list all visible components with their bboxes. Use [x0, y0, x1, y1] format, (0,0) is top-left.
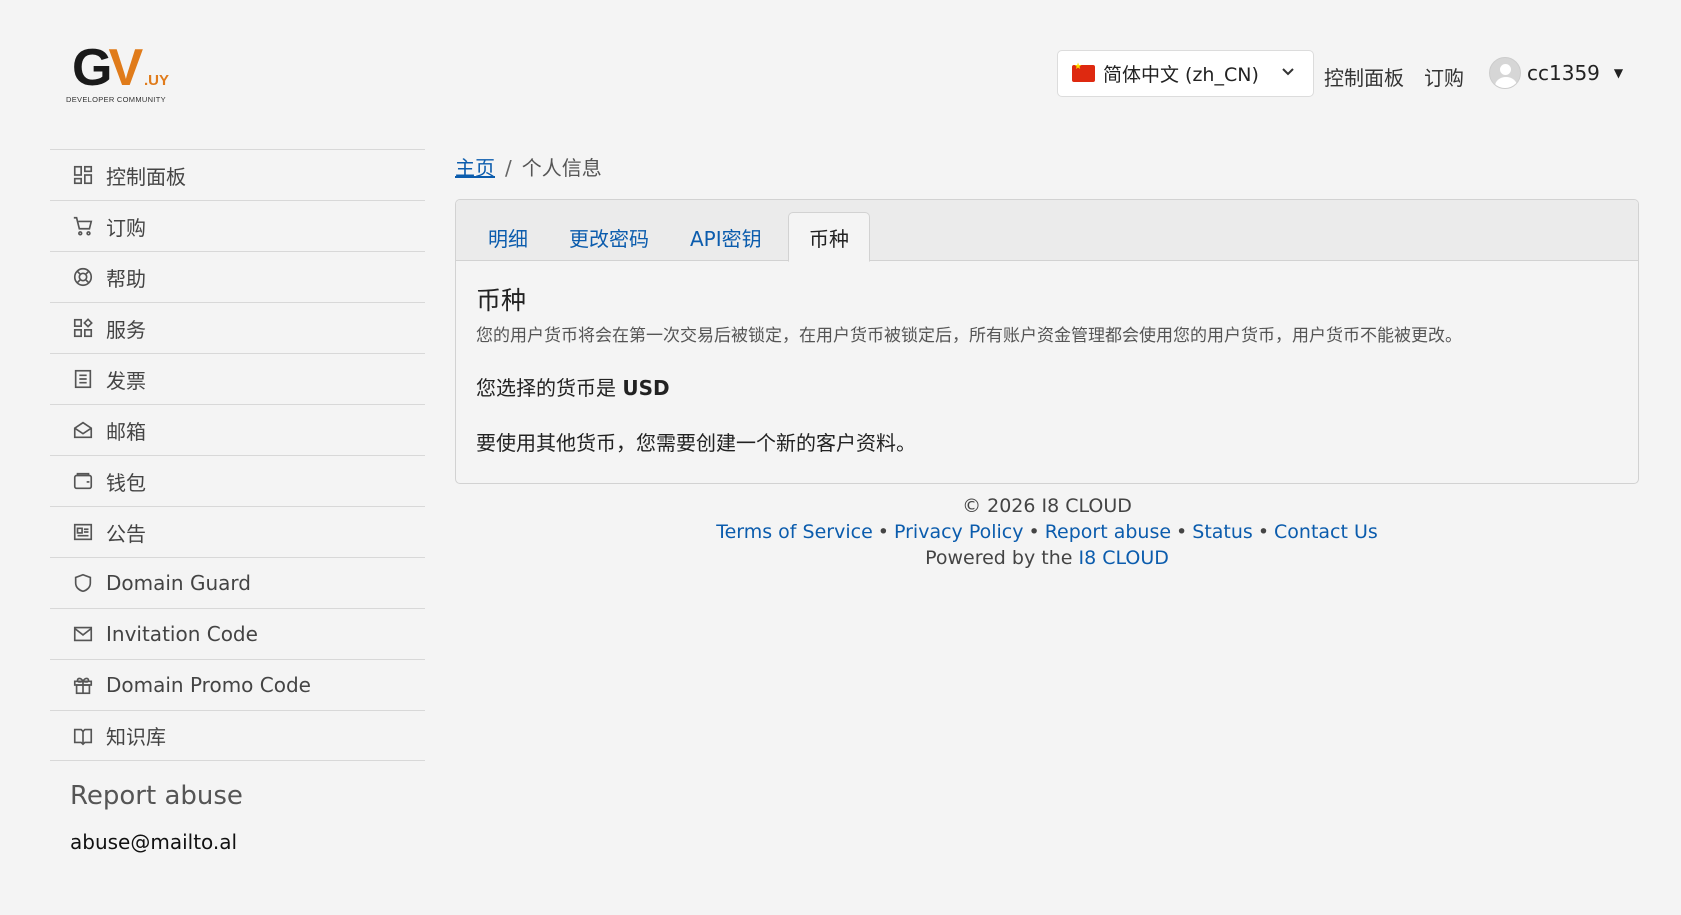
tab-details[interactable]: 明细 — [468, 212, 548, 262]
currency-card: 明细 更改密码 API密钥 币种 币种 您的用户货币将会在第一次交易后被锁定，在… — [455, 199, 1639, 484]
shield-icon — [71, 571, 95, 595]
sidebar-item-label: 订购 — [106, 215, 146, 240]
services-icon — [71, 316, 95, 340]
cn-flag-icon — [1072, 62, 1095, 82]
wallet-icon — [71, 469, 95, 493]
selected-currency-value: USD — [622, 376, 670, 400]
sidebar-item-label: Domain Promo Code — [106, 673, 311, 697]
footer-separator: • — [877, 521, 889, 543]
breadcrumb-current: 个人信息 — [521, 156, 602, 180]
breadcrumb-separator: / — [505, 156, 512, 180]
footer-separator: • — [1257, 521, 1270, 543]
mail-open-icon — [71, 418, 95, 442]
selected-currency-prefix: 您选择的货币是 — [476, 376, 616, 400]
sidebar-item-label: Domain Guard — [106, 571, 251, 595]
tab-api-keys[interactable]: API密钥 — [670, 212, 782, 262]
report-abuse-email[interactable]: abuse@mailto.al — [70, 830, 237, 854]
sidebar-item-mail[interactable]: 邮箱 — [50, 404, 425, 455]
sidebar-item-order[interactable]: 订购 — [50, 200, 425, 251]
logo-text: GV — [72, 39, 143, 97]
footer-separator: • — [1028, 521, 1040, 543]
dashboard-icon — [71, 163, 95, 187]
user-menu[interactable]: cc1359 ▼ — [1489, 57, 1623, 89]
book-icon — [71, 724, 95, 748]
sidebar-item-invitation-code[interactable]: Invitation Code — [50, 608, 425, 659]
footer-link-status[interactable]: Status — [1192, 521, 1253, 543]
footer-separator: • — [1176, 521, 1188, 543]
sidebar-item-label: 邮箱 — [106, 419, 146, 444]
sidebar-item-label: Invitation Code — [106, 622, 258, 646]
breadcrumb: 主页 / 个人信息 — [455, 152, 602, 181]
sidebar-item-help[interactable]: 帮助 — [50, 251, 425, 302]
footer-link-contact[interactable]: Contact Us — [1274, 521, 1378, 543]
card-description: 您的用户货币将会在第一次交易后被锁定，在用户货币被锁定后，所有账户资金管理都会使… — [476, 326, 1462, 346]
sidebar-item-services[interactable]: 服务 — [50, 302, 425, 353]
sidebar-item-announcements[interactable]: 公告 — [50, 506, 425, 557]
logo-subtitle: DEVELOPER COMMUNITY — [66, 95, 166, 104]
card-title: 币种 — [476, 286, 527, 315]
sidebar-item-dashboard[interactable]: 控制面板 — [50, 149, 425, 200]
powered-by-link[interactable]: I8 CLOUD — [1078, 547, 1168, 569]
sidebar-item-invoices[interactable]: 发票 — [50, 353, 425, 404]
footer-link-privacy[interactable]: Privacy Policy — [894, 521, 1023, 543]
footer-link-terms[interactable]: Terms of Service — [716, 521, 873, 543]
sidebar-item-label: 钱包 — [106, 470, 146, 495]
sidebar-item-label: 服务 — [106, 317, 146, 342]
envelope-icon — [71, 622, 95, 646]
tab-bar: 明细 更改密码 API密钥 币种 — [456, 200, 1638, 262]
caret-down-icon: ▼ — [1613, 66, 1624, 80]
sidebar-item-label: 公告 — [106, 521, 146, 546]
footer-powered-by: Powered by the I8 CLOUD — [455, 547, 1639, 569]
chevron-down-icon — [1281, 65, 1295, 83]
breadcrumb-home-link[interactable]: 主页 — [455, 156, 495, 180]
language-select[interactable]: 简体中文 (zh_CN) — [1057, 50, 1314, 97]
sidebar-item-knowledgebase[interactable]: 知识库 — [50, 710, 425, 761]
language-label: 简体中文 (zh_CN) — [1103, 64, 1259, 86]
top-nav-order[interactable]: 订购 — [1424, 62, 1464, 91]
avatar — [1489, 57, 1521, 89]
username: cc1359 — [1527, 61, 1600, 85]
sidebar-item-domain-guard[interactable]: Domain Guard — [50, 557, 425, 608]
invoice-icon — [71, 367, 95, 391]
powered-by-prefix: Powered by the — [925, 547, 1073, 569]
tab-change-password[interactable]: 更改密码 — [549, 212, 669, 262]
footer-copyright: © 2026 I8 CLOUD — [962, 495, 1132, 517]
sidebar-item-wallet[interactable]: 钱包 — [50, 455, 425, 506]
logo-suffix: .UY — [144, 72, 170, 89]
report-abuse-title: Report abuse — [70, 781, 243, 811]
lifebuoy-icon — [71, 265, 95, 289]
sidebar-item-label: 控制面板 — [106, 164, 186, 189]
sidebar-item-label: 知识库 — [106, 725, 166, 749]
news-icon — [71, 520, 95, 544]
card-body: 币种 您的用户货币将会在第一次交易后被锁定，在用户货币被锁定后，所有账户资金管理… — [456, 261, 1638, 476]
footer-links: Terms of Service • Privacy Policy • Report a… — [455, 521, 1639, 543]
top-nav-dashboard[interactable]: 控制面板 — [1324, 62, 1404, 91]
footer-link-report-abuse[interactable]: Report abuse — [1045, 521, 1171, 543]
sidebar-item-label: 发票 — [106, 368, 146, 393]
sidebar: 控制面板 订购 帮助 服务 发票 邮箱 钱包 公告 Domain Guard I… — [50, 149, 425, 761]
site-logo[interactable]: GV .UY DEVELOPER COMMUNITY — [66, 42, 176, 106]
tab-currency[interactable]: 币种 — [788, 212, 870, 262]
selected-currency-line: 您选择的货币是 USD — [476, 372, 1618, 401]
currency-note: 要使用其他货币，您需要创建一个新的客户资料。 — [476, 431, 916, 455]
sidebar-item-domain-promo-code[interactable]: Domain Promo Code — [50, 659, 425, 710]
gift-icon — [71, 673, 95, 697]
sidebar-item-label: 帮助 — [106, 266, 146, 291]
cart-icon — [71, 214, 95, 238]
